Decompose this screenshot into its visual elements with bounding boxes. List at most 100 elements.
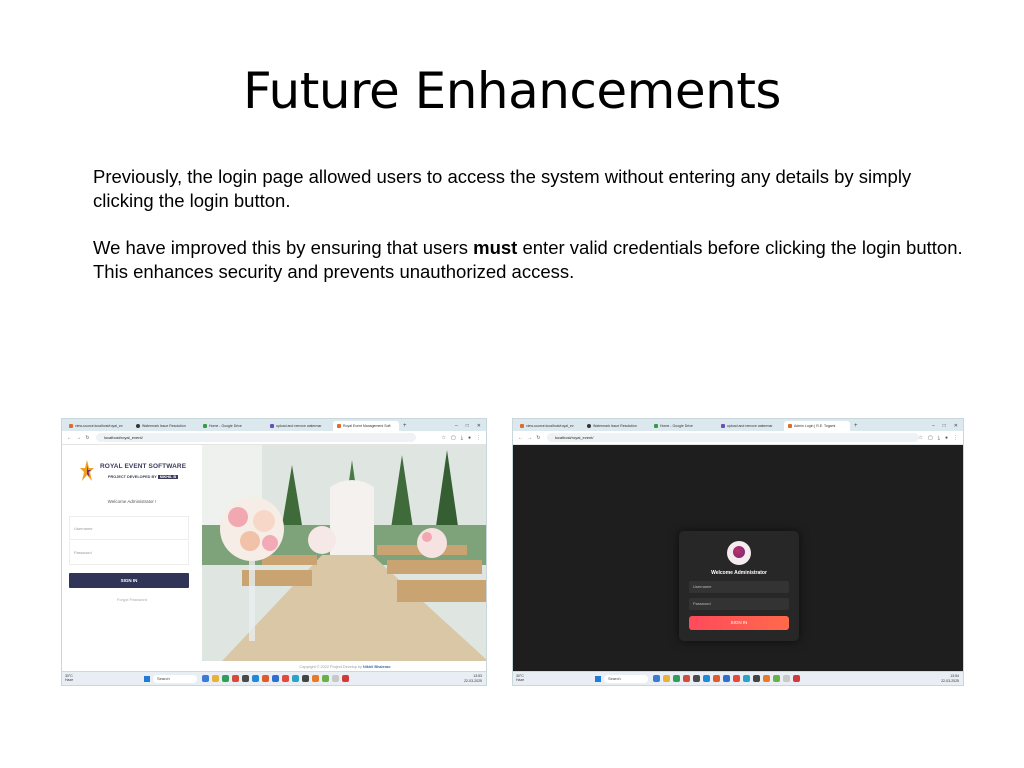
close-icon[interactable]: ✕ xyxy=(954,421,958,431)
tab-favicon-icon xyxy=(587,424,591,429)
windows-start-icon[interactable] xyxy=(595,676,601,682)
app-icon[interactable] xyxy=(673,675,680,682)
app-icon[interactable] xyxy=(332,675,339,682)
bookmark-star-icon[interactable]: ☆ xyxy=(919,435,923,441)
browser-tab[interactable]: upload and remove watermar xyxy=(717,421,783,431)
taskbar-search[interactable]: Search xyxy=(604,675,648,683)
app-icon[interactable] xyxy=(282,675,289,682)
app-icon[interactable] xyxy=(733,675,740,682)
browser-tab[interactable]: Home - Google Drive xyxy=(650,421,716,431)
username-field[interactable]: Username xyxy=(69,516,189,540)
app-icon[interactable] xyxy=(232,675,239,682)
weather-widget[interactable]: 30°C Haze xyxy=(516,674,524,682)
app-icon[interactable] xyxy=(342,675,349,682)
minimize-icon[interactable]: – xyxy=(932,421,935,431)
weather-widget[interactable]: 30°C Haze xyxy=(65,674,73,682)
download-icon[interactable]: ⤓ xyxy=(938,435,940,441)
browser-tab-active[interactable]: Admin Login | R.E. Togami xyxy=(784,421,850,431)
bookmark-star-icon[interactable]: ☆ xyxy=(442,435,446,441)
profile-icon[interactable]: ● xyxy=(945,435,948,441)
brand-name: ROYAL EVENT SOFTWARE xyxy=(100,463,187,470)
app-icon[interactable] xyxy=(302,675,309,682)
maximize-icon[interactable]: □ xyxy=(943,421,946,431)
menu-icon[interactable]: ⋮ xyxy=(953,435,958,441)
app-icon[interactable] xyxy=(723,675,730,682)
browser-tab[interactable]: upload and remove watermar xyxy=(266,421,332,431)
back-icon[interactable]: ← xyxy=(65,435,74,441)
emphasis-must: must xyxy=(473,237,518,258)
app-icon[interactable] xyxy=(262,675,269,682)
browser-tab[interactable]: view-source:localhost/royal_ev xyxy=(516,421,582,431)
password-field[interactable]: Password xyxy=(69,541,189,565)
app-icon[interactable] xyxy=(202,675,209,682)
minimize-icon[interactable]: – xyxy=(455,421,458,431)
app-icon[interactable] xyxy=(322,675,329,682)
app-icon[interactable] xyxy=(753,675,760,682)
download-icon[interactable]: ⤓ xyxy=(461,435,463,441)
app-icon[interactable] xyxy=(743,675,750,682)
folder-icon[interactable] xyxy=(663,675,670,682)
welcome-heading: Welcome Administrator xyxy=(711,570,767,576)
developer-name: NIKHIL B xyxy=(157,475,179,479)
system-clock[interactable]: 13:53 22-03-2025 xyxy=(464,674,482,683)
app-icon[interactable] xyxy=(683,675,690,682)
app-icon[interactable] xyxy=(653,675,660,682)
app-icon[interactable] xyxy=(292,675,299,682)
url-input[interactable]: localhost/royal_event/ xyxy=(546,433,919,442)
menu-icon[interactable]: ⋮ xyxy=(476,435,481,441)
profile-icon[interactable]: ● xyxy=(468,435,471,441)
new-tab-icon[interactable]: + xyxy=(851,421,861,431)
reload-icon[interactable]: ↻ xyxy=(534,435,543,441)
app-icon[interactable] xyxy=(793,675,800,682)
back-icon[interactable]: ← xyxy=(516,435,525,441)
url-input[interactable]: localhost/royal_event/ xyxy=(96,433,416,442)
app-icon[interactable] xyxy=(783,675,790,682)
screenshot-old-login: view-source:localhost/royal_ev Watermark… xyxy=(61,418,487,686)
windows-start-icon[interactable] xyxy=(144,676,150,682)
reload-icon[interactable]: ↻ xyxy=(83,435,92,441)
browser-tab[interactable]: Home - Google Drive xyxy=(199,421,265,431)
address-bar-row: ← → ↻ localhost/royal_event/ ☆ ▢ ⤓ ● ⋮ xyxy=(62,431,486,445)
forgot-password-link[interactable]: Forgot Password xyxy=(62,597,202,602)
username-field[interactable]: Username xyxy=(689,581,789,593)
app-icon[interactable] xyxy=(773,675,780,682)
app-icon[interactable] xyxy=(222,675,229,682)
folder-icon[interactable] xyxy=(212,675,219,682)
wedding-aisle-photo xyxy=(202,445,486,661)
browser-icon[interactable] xyxy=(252,675,259,682)
maximize-icon[interactable]: □ xyxy=(466,421,469,431)
browser-tab-active[interactable]: Royal Event Management Soft xyxy=(333,421,399,431)
paragraph-previous-behaviour: Previously, the login page allowed users… xyxy=(93,166,912,211)
app-icon[interactable] xyxy=(763,675,770,682)
browser-icon[interactable] xyxy=(703,675,710,682)
developer-link[interactable]: Nikhil Bhalerao xyxy=(363,665,391,669)
password-field[interactable]: Password xyxy=(689,598,789,610)
app-icon[interactable] xyxy=(713,675,720,682)
tab-favicon-icon xyxy=(654,424,658,429)
app-icon[interactable] xyxy=(693,675,700,682)
browser-tab[interactable]: view-source:localhost/royal_ev xyxy=(65,421,131,431)
app-icon[interactable] xyxy=(242,675,249,682)
signin-button[interactable]: SIGN IN xyxy=(689,616,789,630)
address-bar-row: ← → ↻ localhost/royal_event/ ☆ ▢ ⤓ ● ⋮ xyxy=(513,431,963,445)
system-clock[interactable]: 13:54 22-03-2025 xyxy=(941,674,959,683)
app-icon[interactable] xyxy=(312,675,319,682)
star-logo-icon xyxy=(80,460,94,481)
browser-tab[interactable]: Watermark Issue Resolution xyxy=(132,421,198,431)
window-controls: – □ ✕ xyxy=(455,421,486,431)
close-icon[interactable]: ✕ xyxy=(477,421,481,431)
browser-tab[interactable]: Watermark Issue Resolution xyxy=(583,421,649,431)
forward-icon[interactable]: → xyxy=(525,435,534,441)
new-tab-icon[interactable]: + xyxy=(400,421,410,431)
extensions-icon[interactable]: ▢ xyxy=(928,435,933,441)
app-icon[interactable] xyxy=(272,675,279,682)
tab-favicon-icon xyxy=(337,424,341,429)
extensions-icon[interactable]: ▢ xyxy=(451,435,456,441)
windows-taskbar: 30°C Haze Search 13:54 22-03-2025 xyxy=(513,671,963,685)
paragraph-improvement: We have improved this by ensuring that u… xyxy=(93,236,973,284)
taskbar-search[interactable]: Search xyxy=(153,675,197,683)
forward-icon[interactable]: → xyxy=(74,435,83,441)
slide-title: Future Enhancements xyxy=(243,62,782,120)
signin-button[interactable]: SIGN IN xyxy=(69,573,189,588)
windows-taskbar: 30°C Haze Search 13:53 22-03-2025 xyxy=(62,671,486,685)
